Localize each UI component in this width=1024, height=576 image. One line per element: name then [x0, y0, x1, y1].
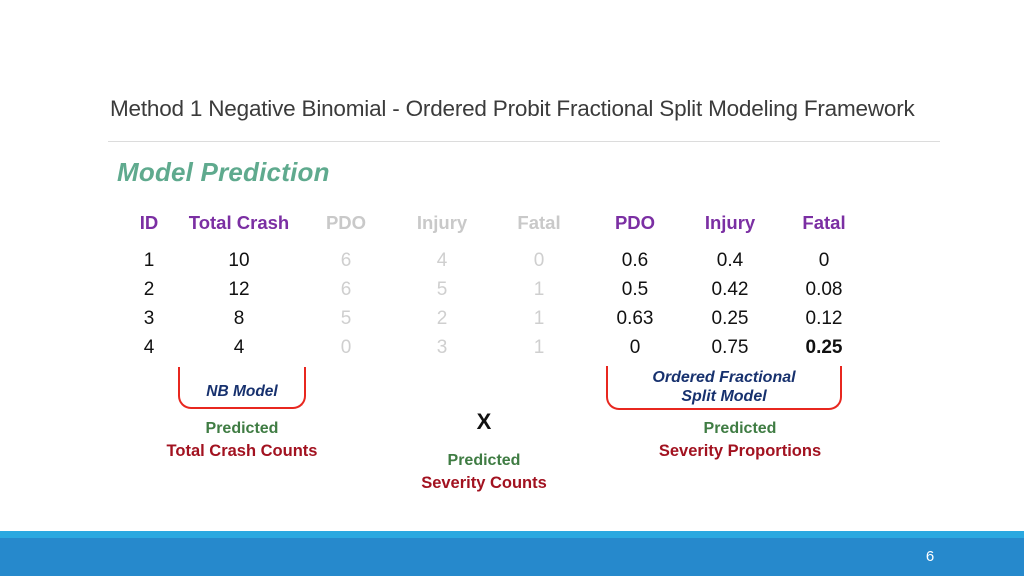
- prediction-table: ID Total Crash PDO Injury Fatal PDO Inju…: [118, 206, 870, 362]
- cell-fatal-prop: 0.08: [805, 279, 843, 300]
- cell-fatal-count: 1: [533, 337, 545, 358]
- ofs-label-line2: Split Model: [681, 388, 767, 405]
- ordered-fractional-split-model-label: Ordered Fractional Split Model: [606, 368, 842, 406]
- cell-pdo-prop: 0.5: [621, 279, 649, 300]
- cell-fatal-prop: 0.25: [805, 337, 843, 358]
- table-row: 1 10 6 4 0 0.6 0.4 0: [118, 246, 870, 275]
- nb-model-label: NB Model: [206, 383, 278, 400]
- cell-pdo-count: 6: [340, 250, 352, 271]
- table-row: 3 8 5 2 1 0.63 0.25 0.12: [118, 304, 870, 333]
- column-header-total-crash: Total Crash: [188, 212, 290, 233]
- caption-center: Predicted Severity Counts: [384, 450, 584, 495]
- title-divider: [108, 141, 940, 142]
- caption-right-bottom: Severity Proportions: [658, 442, 822, 460]
- page-number: 6: [925, 548, 935, 565]
- cell-injury-count: 5: [436, 279, 448, 300]
- cell-id: 3: [143, 308, 155, 329]
- cell-injury-prop: 0.75: [711, 337, 749, 358]
- cell-injury-count: 4: [436, 250, 448, 271]
- column-header-injury-count: Injury: [416, 212, 468, 233]
- cell-injury-prop: 0.4: [716, 250, 744, 271]
- cell-fatal-count: 1: [533, 279, 545, 300]
- cell-total-crash: 10: [228, 250, 250, 271]
- cell-pdo-prop: 0: [629, 337, 641, 358]
- cell-pdo-count: 5: [340, 308, 352, 329]
- table-row: 2 12 6 5 1 0.5 0.42 0.08: [118, 275, 870, 304]
- column-header-pdo-prop: PDO: [614, 212, 656, 233]
- column-header-injury-prop: Injury: [704, 212, 756, 233]
- multiply-operator: X: [476, 409, 492, 434]
- cell-pdo-count: 0: [340, 337, 352, 358]
- cell-pdo-count: 6: [340, 279, 352, 300]
- cell-injury-prop: 0.42: [711, 279, 749, 300]
- cell-id: 2: [143, 279, 155, 300]
- column-header-fatal-prop: Fatal: [802, 212, 846, 233]
- table-row: 4 4 0 3 1 0 0.75 0.25: [118, 333, 870, 362]
- cell-fatal-prop: 0.12: [805, 308, 843, 329]
- caption-right-top: Predicted: [703, 420, 777, 437]
- column-header-fatal-count: Fatal: [517, 212, 561, 233]
- cell-pdo-prop: 0.63: [616, 308, 654, 329]
- column-header-id: ID: [139, 212, 159, 233]
- cell-id: 4: [143, 337, 155, 358]
- caption-center-bottom: Severity Counts: [421, 474, 547, 492]
- cell-total-crash: 4: [233, 337, 245, 358]
- slide-canvas: Method 1 Negative Binomial - Ordered Pro…: [0, 0, 1024, 576]
- footer-accent-strip: [0, 531, 1024, 538]
- caption-center-top: Predicted: [447, 452, 521, 469]
- cell-fatal-count: 1: [533, 308, 545, 329]
- cell-injury-count: 2: [436, 308, 448, 329]
- ofs-label-line1: Ordered Fractional: [652, 369, 796, 386]
- caption-right: Predicted Severity Proportions: [640, 418, 840, 463]
- page-title: Method 1 Negative Binomial - Ordered Pro…: [110, 96, 915, 121]
- table-header-row: ID Total Crash PDO Injury Fatal PDO Inju…: [118, 206, 870, 246]
- cell-fatal-count: 0: [533, 250, 545, 271]
- column-header-pdo-count: PDO: [325, 212, 367, 233]
- caption-left-bottom: Total Crash Counts: [166, 442, 318, 460]
- caption-left-top: Predicted: [205, 420, 279, 437]
- cell-total-crash: 12: [228, 279, 250, 300]
- cell-injury-count: 3: [436, 337, 448, 358]
- section-heading: Model Prediction: [117, 157, 330, 187]
- cell-total-crash: 8: [233, 308, 245, 329]
- caption-left: Predicted Total Crash Counts: [142, 418, 342, 463]
- cell-id: 1: [143, 250, 155, 271]
- cell-injury-prop: 0.25: [711, 308, 749, 329]
- cell-fatal-prop: 0: [818, 250, 830, 271]
- cell-pdo-prop: 0.6: [621, 250, 649, 271]
- footer-bar: [0, 538, 1024, 576]
